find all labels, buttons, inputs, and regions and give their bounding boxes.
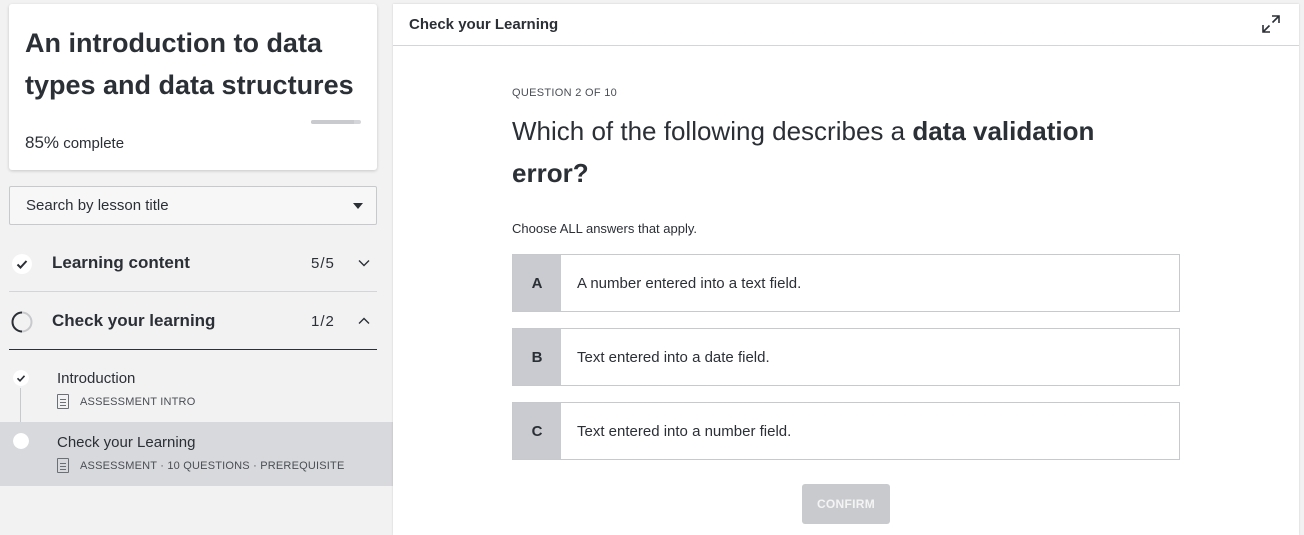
lesson-meta: ASSESSMENT INTRO: [57, 394, 195, 409]
progress-percent: 85%: [25, 133, 60, 152]
course-progress-bar: [311, 120, 361, 124]
lesson-item-introduction[interactable]: Introduction ASSESSMENT INTRO: [0, 358, 393, 422]
progress-text: 85% complete: [25, 133, 124, 153]
option-letter: A: [513, 255, 561, 311]
course-progress-fill: [311, 120, 354, 124]
check-icon: [13, 370, 29, 386]
lesson-search-placeholder: Search by lesson title: [26, 197, 169, 214]
section-count: 5/5: [311, 255, 335, 272]
question-instruction: Choose ALL answers that apply.: [512, 221, 698, 236]
option-text: Text entered into a number field.: [577, 422, 792, 440]
course-summary-card: An introduction to data types and data s…: [9, 4, 377, 170]
lesson-search-select[interactable]: Search by lesson title: [9, 186, 377, 225]
lesson-meta: ASSESSMENT · 10 QUESTIONS · PREREQUISITE: [57, 458, 345, 473]
answer-option-c[interactable]: C Text entered into a number field.: [512, 402, 1180, 460]
lesson-title: Check your Learning: [57, 434, 196, 451]
document-icon: [57, 394, 69, 409]
lesson-item-check-your-learning[interactable]: Check your Learning ASSESSMENT · 10 QUES…: [0, 422, 393, 486]
section-label: Learning content: [52, 253, 190, 272]
lesson-meta-text: ASSESSMENT INTRO: [80, 395, 196, 408]
option-letter: C: [513, 403, 561, 459]
check-icon: [12, 254, 32, 274]
panel-header: Check your Learning: [393, 4, 1299, 46]
answer-option-a[interactable]: A A number entered into a text field.: [512, 254, 1180, 312]
lesson-meta-text: ASSESSMENT · 10 QUESTIONS · PREREQUISITE: [80, 459, 345, 472]
expand-icon[interactable]: [1261, 14, 1281, 34]
question-text: Which of the following describes a data …: [512, 110, 1152, 194]
course-title: An introduction to data types and data s…: [25, 28, 354, 100]
lesson-content-panel: Check your Learning QUESTION 2 OF 10 Whi…: [393, 4, 1299, 535]
document-icon: [57, 458, 69, 473]
confirm-button[interactable]: CONFIRM: [802, 484, 890, 524]
section-label: Check your learning: [52, 311, 216, 330]
chevron-down-icon[interactable]: [358, 257, 370, 269]
panel-title: Check your Learning: [409, 16, 559, 33]
question-text-plain: Which of the following describes a: [512, 116, 913, 146]
option-text: Text entered into a date field.: [577, 348, 770, 366]
lesson-title: Introduction: [57, 370, 136, 387]
progress-ring-icon: [11, 311, 33, 333]
option-letter: B: [513, 329, 561, 385]
section-count: 1/2: [311, 313, 335, 330]
option-text: A number entered into a text field.: [577, 274, 802, 292]
chevron-up-icon[interactable]: [358, 315, 370, 327]
section-learning-content[interactable]: Learning content 5/5: [9, 235, 377, 292]
progress-label: complete: [63, 135, 125, 152]
question-counter: QUESTION 2 OF 10: [512, 87, 618, 99]
caret-down-icon: [353, 203, 363, 209]
section-check-your-learning[interactable]: Check your learning 1/2: [9, 293, 377, 350]
course-sidebar: An introduction to data types and data s…: [0, 0, 393, 535]
current-lesson-dot-icon: [13, 433, 29, 449]
answer-option-b[interactable]: B Text entered into a date field.: [512, 328, 1180, 386]
